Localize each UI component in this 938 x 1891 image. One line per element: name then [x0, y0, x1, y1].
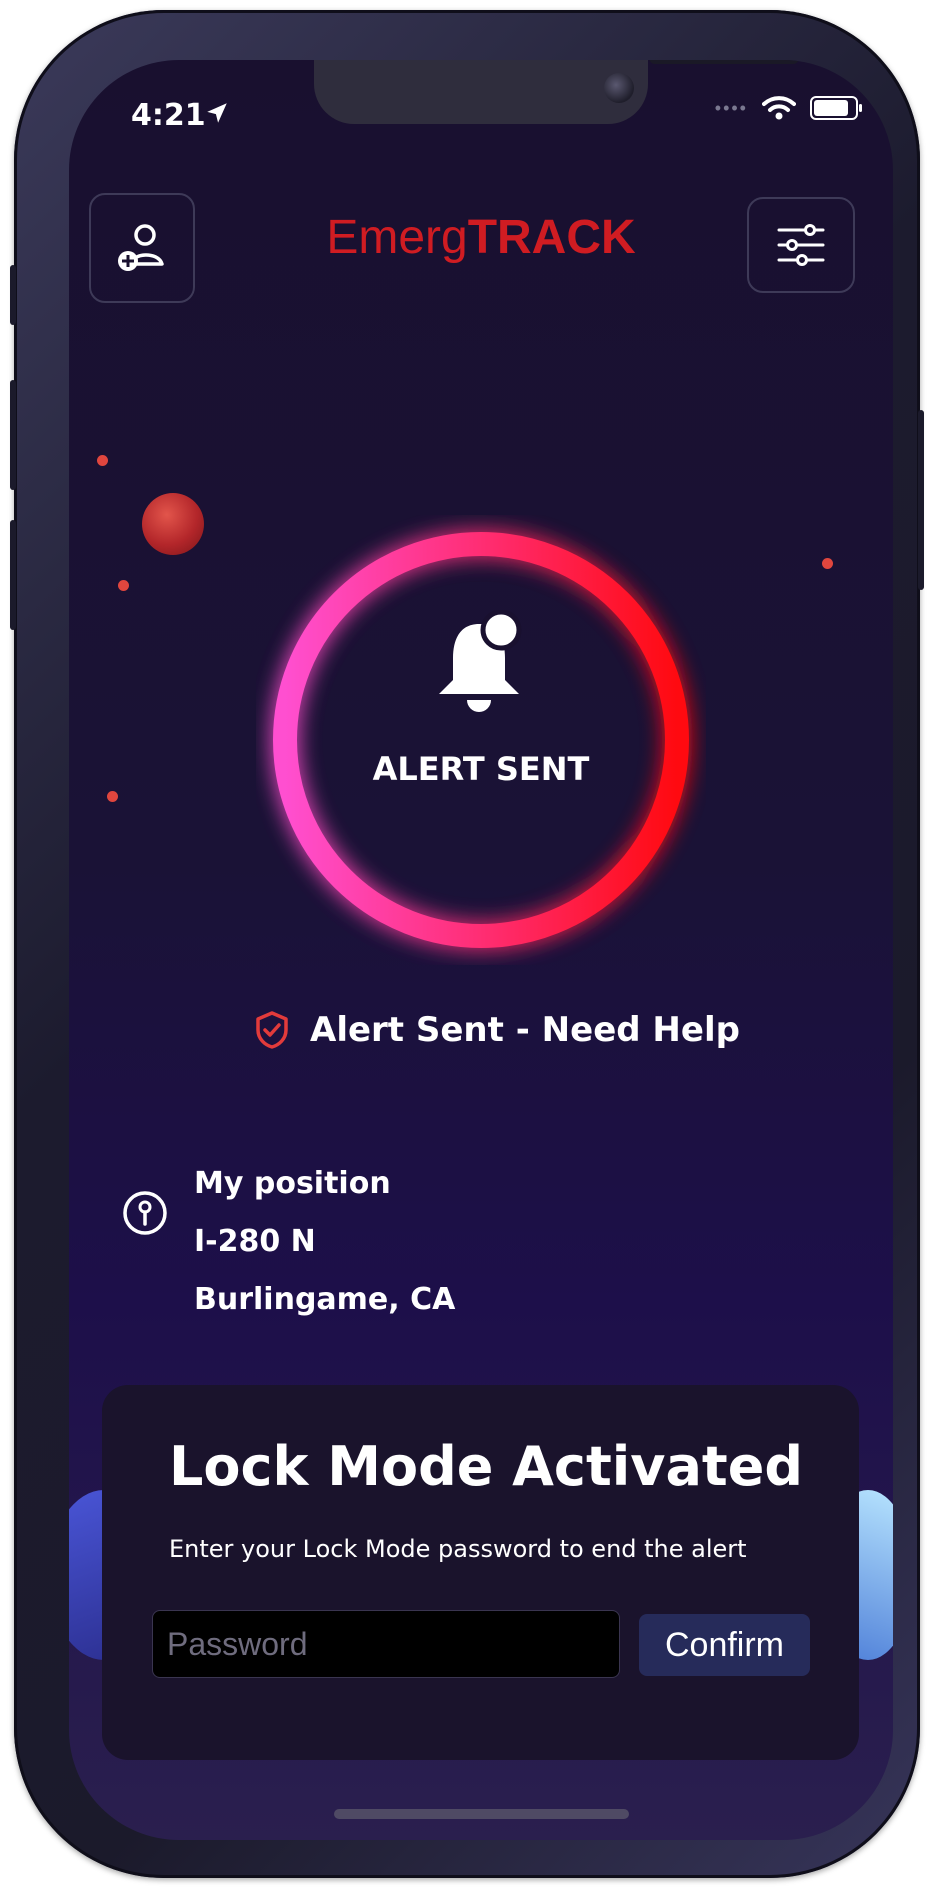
volume-up-button — [10, 380, 16, 490]
position-city: Burlingame, CA — [194, 1282, 456, 1317]
password-input[interactable] — [152, 1610, 620, 1678]
bell-icon — [439, 610, 522, 712]
position-road: I-280 N — [194, 1224, 316, 1259]
status-icons: •••• — [714, 95, 862, 121]
power-button — [918, 410, 924, 590]
signal-dots-icon: •••• — [714, 97, 748, 118]
battery-icon — [810, 96, 862, 120]
wifi-icon — [762, 96, 796, 120]
sliders-icon — [777, 224, 825, 266]
decor-dot — [822, 558, 833, 569]
position-block: My position I-280 N Burlingame, CA — [194, 1155, 455, 1329]
confirm-button[interactable]: Confirm — [639, 1614, 810, 1676]
app-screen: 4:21 •••• EmergTRACK ALERT SENT Alert Se… — [69, 60, 893, 1840]
speaker — [649, 60, 799, 64]
alert-status-text: Alert Sent - Need Help — [310, 1010, 740, 1050]
settings-button[interactable] — [747, 197, 855, 293]
silent-switch — [10, 265, 16, 325]
decor-dot — [107, 791, 118, 802]
shield-check-icon — [256, 1011, 288, 1049]
lock-mode-title: Lock Mode Activated — [169, 1435, 803, 1498]
brand-bold: TRACK — [467, 211, 636, 264]
decor-planet — [142, 493, 204, 555]
alert-ring-button[interactable] — [256, 515, 706, 965]
lock-mode-subtitle: Enter your Lock Mode password to end the… — [169, 1535, 747, 1563]
lock-mode-card: Lock Mode Activated Enter your Lock Mode… — [102, 1385, 859, 1760]
brand-light: Emerg — [326, 211, 468, 264]
decor-dot — [118, 580, 129, 591]
phone-frame: 4:21 •••• EmergTRACK ALERT SENT Alert Se… — [10, 10, 924, 1878]
alert-sent-label: ALERT SENT — [372, 750, 590, 788]
volume-down-button — [10, 520, 16, 630]
position-title: My position — [194, 1166, 391, 1201]
status-time: 4:21 — [131, 98, 206, 133]
home-indicator[interactable] — [334, 1809, 629, 1819]
location-pin-icon — [123, 1191, 167, 1235]
decor-dot — [97, 455, 108, 466]
alert-status: Alert Sent - Need Help — [254, 1010, 740, 1050]
front-camera — [604, 73, 634, 103]
notch — [314, 60, 799, 124]
location-arrow-icon — [207, 103, 227, 123]
